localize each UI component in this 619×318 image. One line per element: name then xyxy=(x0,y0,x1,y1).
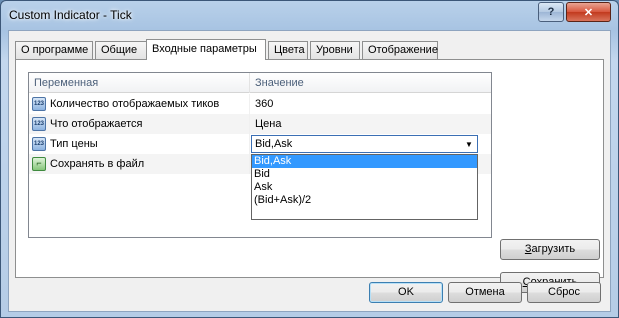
load-button-label: агрузить xyxy=(531,243,576,255)
parameters-grid: Переменная Значение 123 Количество отобр… xyxy=(28,72,492,238)
tab-colors[interactable]: Цвета xyxy=(268,41,308,59)
dropdown-option[interactable]: Ask xyxy=(252,181,477,194)
load-button[interactable]: Загрузить xyxy=(500,239,600,260)
title-bar[interactable]: Custom Indicator - Tick ? ✕ xyxy=(1,1,618,29)
inputs-tab-panel: Переменная Значение 123 Количество отобр… xyxy=(15,59,604,293)
dialog-client: О программе Общие Входные параметры Цвет… xyxy=(8,30,611,312)
window-title: Custom Indicator - Tick xyxy=(9,8,132,22)
dialog-window: Custom Indicator - Tick ? ✕ О программе … xyxy=(0,0,619,318)
tab-levels[interactable]: Уровни xyxy=(310,41,360,59)
table-row[interactable]: 123 Тип цены Bid,Ask ▼ xyxy=(29,134,491,154)
tab-about[interactable]: О программе xyxy=(15,41,93,59)
param-name: Сохранять в файл xyxy=(29,154,250,174)
tab-common[interactable]: Общие xyxy=(95,41,147,59)
table-row[interactable]: 123 Количество отображаемых тиков 360 xyxy=(29,94,491,114)
tab-inputs[interactable]: Входные параметры xyxy=(146,39,266,60)
ok-button[interactable]: OK xyxy=(369,282,443,303)
param-name: Что отображается xyxy=(29,114,250,134)
combobox-value: Bid,Ask xyxy=(255,138,293,150)
param-value[interactable]: 360 xyxy=(251,94,491,114)
grid-header: Переменная Значение xyxy=(29,73,491,93)
dropdown-option[interactable]: (Bid+Ask)/2 xyxy=(252,194,477,207)
dropdown-option[interactable]: Bid,Ask xyxy=(252,155,477,168)
load-button-mnemonic: З xyxy=(524,243,532,255)
chevron-down-icon[interactable]: ▼ xyxy=(461,136,477,152)
cancel-button[interactable]: Отмена xyxy=(448,282,522,303)
close-button[interactable]: ✕ xyxy=(566,2,611,22)
param-name: Количество отображаемых тиков xyxy=(29,94,250,114)
dropdown-option[interactable]: Bid xyxy=(252,168,477,181)
reset-button[interactable]: Сброс xyxy=(527,282,601,303)
param-value[interactable]: Цена xyxy=(251,114,491,134)
column-header-variable[interactable]: Переменная xyxy=(29,73,250,93)
help-button[interactable]: ? xyxy=(538,2,564,22)
price-type-combobox[interactable]: Bid,Ask ▼ xyxy=(251,135,478,153)
tab-visualization[interactable]: Отображение xyxy=(362,41,438,59)
table-row[interactable]: 123 Что отображается Цена xyxy=(29,114,491,134)
param-name: Тип цены xyxy=(29,134,250,154)
price-type-dropdown-list: Bid,Ask Bid Ask (Bid+Ask)/2 xyxy=(251,154,478,220)
column-header-value[interactable]: Значение xyxy=(250,73,491,93)
